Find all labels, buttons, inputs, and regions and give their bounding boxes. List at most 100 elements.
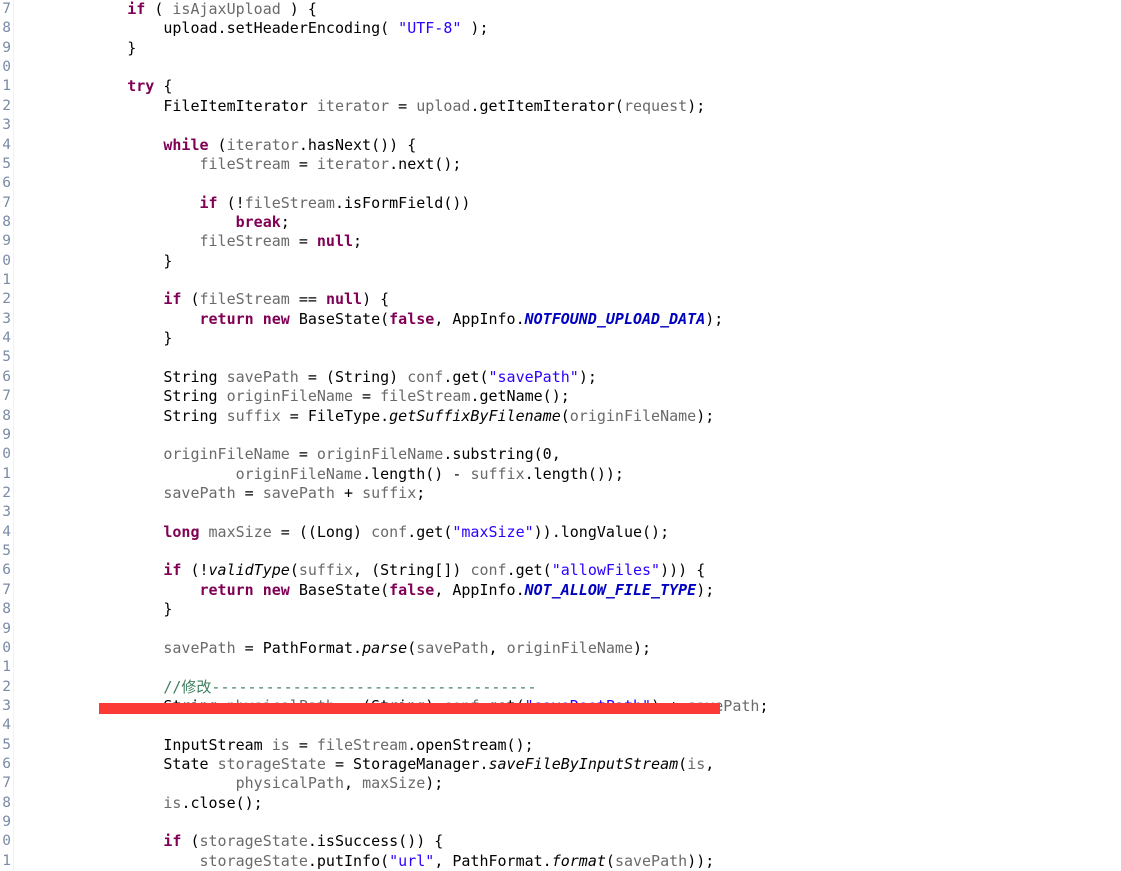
code-line[interactable]	[55, 348, 1121, 367]
code-line[interactable]: fileStream = iterator.next();	[55, 155, 1121, 174]
code-token-plain: .close();	[181, 793, 263, 812]
code-line[interactable]: State storageState = StorageManager.save…	[55, 755, 1121, 774]
code-token-plain: (	[678, 755, 688, 774]
line-number: 2	[2, 97, 11, 114]
code-token-lvar: savePath	[226, 367, 299, 386]
code-line[interactable]: originFileName = originFileName.substrin…	[55, 445, 1121, 464]
code-line[interactable]: if (fileStream == null) {	[55, 290, 1121, 309]
code-token-plain: , AppInfo.	[434, 580, 525, 599]
code-token-lvar: isAjaxUpload	[172, 0, 281, 18]
code-line[interactable]: savePath = savePath + suffix;	[55, 484, 1121, 503]
code-line[interactable]: String originFileName = fileStream.getNa…	[55, 387, 1121, 406]
code-line[interactable]	[55, 813, 1121, 832]
code-line[interactable]	[55, 542, 1121, 561]
code-content-area[interactable]: if ( isAjaxUpload ) { upload.setHeaderEn…	[14, 0, 1121, 871]
code-line[interactable]: }	[55, 600, 1121, 619]
code-line[interactable]: upload.setHeaderEncoding( "UTF-8" );	[55, 19, 1121, 38]
code-token-plain: =	[289, 735, 317, 754]
code-token-plain: =	[235, 483, 263, 502]
code-token-lvar: upload	[416, 96, 471, 115]
code-token-kw: if	[163, 561, 182, 580]
code-token-lvar: iterator	[226, 135, 299, 154]
code-line[interactable]: originFileName.length() - suffix.length(…	[55, 465, 1121, 484]
code-line[interactable]: //修改------------------------------------	[55, 678, 1121, 697]
line-number: 7	[2, 388, 11, 405]
code-line[interactable]: return new BaseState(false, AppInfo.NOT_…	[55, 581, 1121, 600]
code-token-plain: );	[696, 580, 715, 599]
code-line[interactable]: long maxSize = ((Long) conf.get("maxSize…	[55, 523, 1121, 542]
code-line[interactable]: try {	[55, 77, 1121, 96]
code-token-plain: =	[289, 154, 317, 173]
code-token-lvar: fileStream	[199, 154, 290, 173]
code-token-smth: parse	[362, 638, 408, 657]
code-line[interactable]: if (!validType(suffix, (String[]) conf.g…	[55, 561, 1121, 580]
code-line[interactable]: break;	[55, 213, 1121, 232]
code-token-plain: .isFormField())	[334, 193, 471, 212]
code-token-lvar: maxSize	[362, 774, 426, 793]
code-line[interactable]: fileStream = null;	[55, 232, 1121, 251]
code-token-str: "maxSize"	[452, 522, 534, 541]
code-token-plain: =	[289, 445, 317, 464]
code-line[interactable]	[55, 174, 1121, 193]
code-token-plain: );	[687, 96, 706, 115]
red-annotation-bar	[99, 703, 720, 714]
code-token-str: "allowFiles"	[551, 561, 661, 580]
code-token-lvar: is	[163, 793, 182, 812]
line-number: 3	[2, 697, 11, 714]
line-number: 5	[2, 736, 11, 753]
code-line[interactable]	[55, 116, 1121, 135]
code-token-kw: try	[127, 77, 155, 96]
line-number-gutter[interactable]: 7 8 9 0 1 2 3 4 5 6 7 8 9 0 1 2 3 4 5 6 7 8 9 0 1 2 3 4 5 6 7 8 9 0 1 2 3 4 5 6…	[0, 0, 14, 871]
code-line[interactable]: FileItemIterator iterator = upload.getIt…	[55, 97, 1121, 116]
code-token-plain: }	[55, 600, 173, 619]
code-token-lvar: originFileName	[235, 464, 363, 483]
code-line[interactable]	[55, 426, 1121, 445]
code-line[interactable]: String savePath = (String) conf.get("sav…	[55, 368, 1121, 387]
code-line[interactable]: if (storageState.isSuccess()) {	[55, 832, 1121, 851]
code-token-lvar: storageState	[199, 851, 308, 870]
code-editor[interactable]: 7 8 9 0 1 2 3 4 5 6 7 8 9 0 1 2 3 4 5 6 7 8 9 0 1 2 3 4 5 6 7 8 9 0 1 2 3 4 5 6…	[0, 0, 1121, 871]
code-line[interactable]: is.close();	[55, 794, 1121, 813]
code-line[interactable]: InputStream is = fileStream.openStream()…	[55, 736, 1121, 755]
code-line[interactable]: savePath = PathFormat.parse(savePath, or…	[55, 639, 1121, 658]
code-token-lvar: originFileName	[569, 406, 697, 425]
code-token-lvar: suffix	[362, 483, 417, 502]
code-token-plain: =	[389, 96, 417, 115]
code-token-lvar: is	[271, 735, 290, 754]
code-line[interactable]: String suffix = FileType.getSuffixByFile…	[55, 407, 1121, 426]
code-token-lvar: conf	[470, 561, 507, 580]
code-line[interactable]: return new BaseState(false, AppInfo.NOTF…	[55, 310, 1121, 329]
code-line[interactable]: physicalPath, maxSize);	[55, 774, 1121, 793]
code-line[interactable]: }	[55, 252, 1121, 271]
code-line[interactable]	[55, 271, 1121, 290]
code-line[interactable]	[55, 658, 1121, 677]
line-number: 7	[2, 1, 11, 17]
code-token-plain: ;	[416, 483, 426, 502]
code-line[interactable]: }	[55, 329, 1121, 348]
code-token-lvar: suffix	[298, 561, 354, 580]
code-token-lvar: request	[623, 96, 688, 115]
code-token-str: "UTF-8"	[398, 19, 462, 38]
code-line[interactable]	[55, 58, 1121, 77]
code-token-plain: (	[181, 290, 200, 309]
code-line[interactable]: if (!fileStream.isFormField())	[55, 194, 1121, 213]
code-line[interactable]: storageState.putInfo("url", PathFormat.f…	[55, 852, 1121, 871]
code-token-lvar: is	[687, 755, 706, 774]
line-number: 1	[2, 659, 11, 676]
code-line[interactable]	[55, 620, 1121, 639]
line-number: 9	[2, 233, 11, 250]
code-token-kw: long	[163, 522, 200, 541]
code-line[interactable]	[55, 716, 1121, 735]
line-number: 9	[2, 426, 11, 443]
code-line[interactable]: while (iterator.hasNext()) {	[55, 136, 1121, 155]
code-token-kw: if	[199, 193, 218, 212]
code-line[interactable]: }	[55, 39, 1121, 58]
code-token-lvar: originFileName	[163, 445, 290, 464]
code-line[interactable]	[55, 503, 1121, 522]
code-token-kw: new	[262, 580, 290, 599]
code-line[interactable]: if ( isAjaxUpload ) {	[55, 0, 1121, 19]
code-token-plain: String	[55, 406, 227, 425]
